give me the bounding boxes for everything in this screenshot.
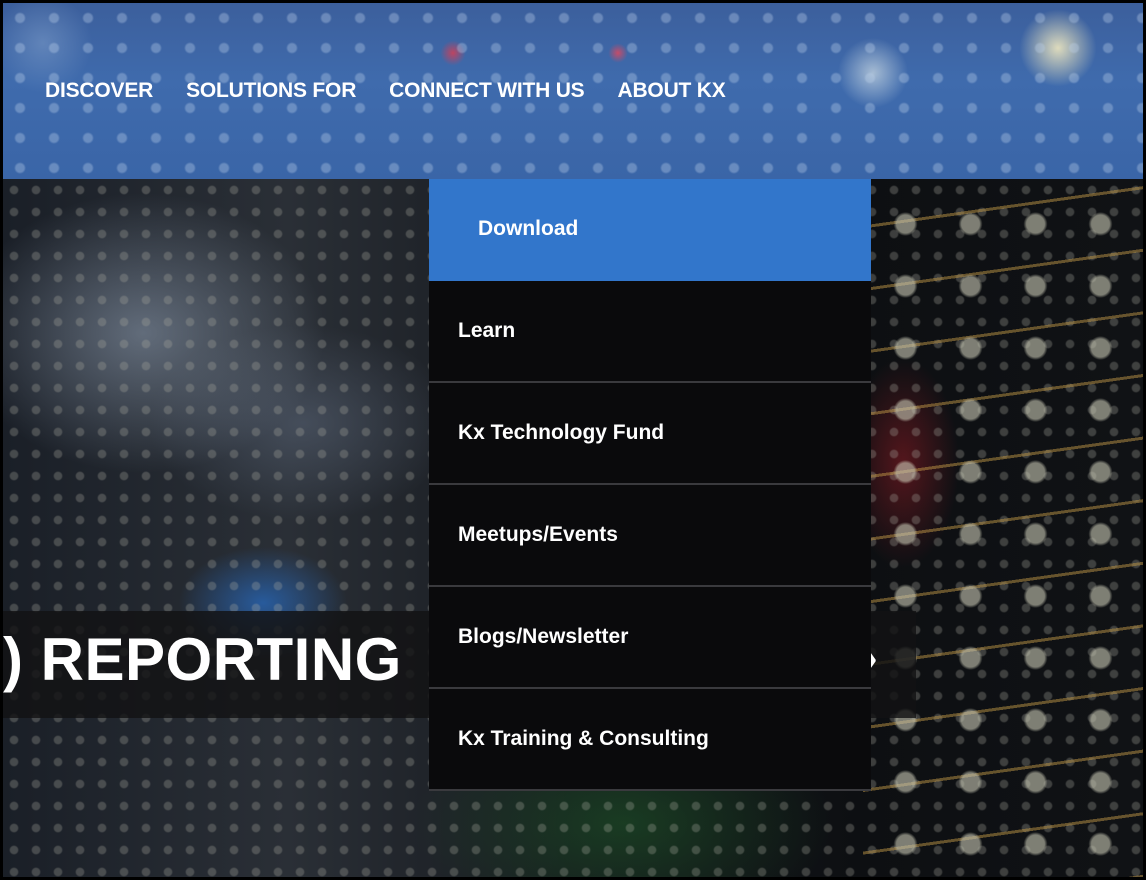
dropdown-item-blogs-newsletter[interactable]: Blogs/Newsletter <box>429 587 871 689</box>
dropdown-item-meetups-events[interactable]: Meetups/Events <box>429 485 871 587</box>
background-led-grid <box>863 173 1143 877</box>
dropdown-item-kx-technology-fund[interactable]: Kx Technology Fund <box>429 383 871 485</box>
hero-headline: ) REPORTING <box>3 626 402 693</box>
nav-item-about-kx[interactable]: ABOUT KX <box>618 79 726 103</box>
connect-with-us-dropdown: Download Learn Kx Technology Fund Meetup… <box>429 179 871 791</box>
page-frame: DISCOVER SOLUTIONS FOR CONNECT WITH US A… <box>0 0 1146 880</box>
dropdown-item-kx-training-consulting[interactable]: Kx Training & Consulting <box>429 689 871 791</box>
main-navigation: DISCOVER SOLUTIONS FOR CONNECT WITH US A… <box>45 79 759 103</box>
nav-item-connect-with-us[interactable]: CONNECT WITH US <box>389 79 585 103</box>
dropdown-item-download[interactable]: Download <box>429 179 871 281</box>
nav-item-solutions-for[interactable]: SOLUTIONS FOR <box>186 79 356 103</box>
nav-item-discover[interactable]: DISCOVER <box>45 79 153 103</box>
dropdown-item-learn[interactable]: Learn <box>429 281 871 383</box>
